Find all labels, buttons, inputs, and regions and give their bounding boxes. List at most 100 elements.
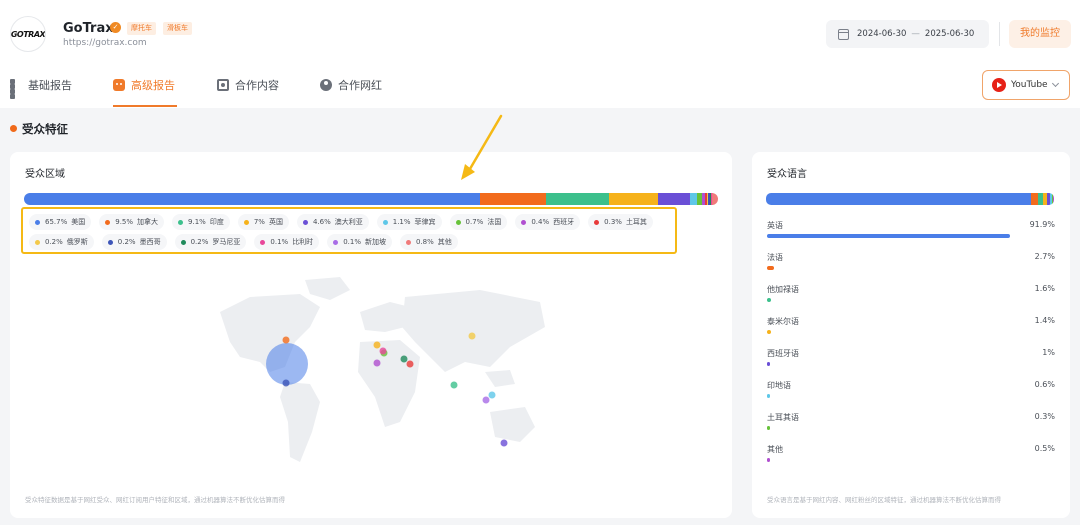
legend-item[interactable]: 0.2% 俄罗斯 <box>29 234 94 250</box>
legend-item[interactable]: 0.8% 其他 <box>399 234 458 250</box>
map-bubble[interactable] <box>266 343 308 385</box>
content-icon <box>217 79 229 91</box>
language-name: 英语 <box>767 221 783 230</box>
my-monitor-button[interactable]: 我的监控 <box>1009 20 1071 48</box>
legend-item[interactable]: 7% 英国 <box>237 214 289 230</box>
legend-item[interactable]: 0.1% 新加坡 <box>327 234 392 250</box>
legend-item[interactable]: 9.1% 印度 <box>172 214 230 230</box>
legend-label: 美国 <box>71 218 86 226</box>
region-stacked-bar <box>24 193 718 205</box>
legend-dot <box>521 219 527 225</box>
map-bubble[interactable] <box>488 391 496 399</box>
tab-collab-content[interactable]: 合作内容 <box>217 76 279 94</box>
region-bar-segment[interactable] <box>689 193 698 205</box>
tab-basic-report[interactable]: 基础报告 <box>10 76 72 99</box>
language-progress-track <box>767 330 1031 334</box>
language-pct: 0.6% <box>1034 380 1055 389</box>
legend-dot <box>455 219 461 225</box>
map-bubble[interactable] <box>282 379 290 387</box>
language-name: 西班牙语 <box>767 349 799 358</box>
legend-pct: 4.6% <box>312 218 331 226</box>
legend-label: 西班牙 <box>553 218 575 226</box>
legend-item[interactable]: 0.7% 法国 <box>449 214 508 230</box>
language-pct: 0.5% <box>1034 444 1055 453</box>
page-header: GOTRAX GoTrax ✓ 摩托车 滑板车 https://gotrax.c… <box>0 0 1080 108</box>
south-america-shape <box>280 382 320 462</box>
annotation-arrow-icon <box>461 114 503 180</box>
language-progress-track <box>767 234 1031 238</box>
language-bar-segment[interactable] <box>1052 193 1054 205</box>
brand-tag: 滑板车 <box>163 22 192 35</box>
legend-item[interactable]: 0.1% 比利时 <box>254 234 320 250</box>
legend-item[interactable]: 0.2% 墨西哥 <box>101 234 167 250</box>
language-progress-track <box>767 458 1031 462</box>
legend-dot <box>35 219 40 225</box>
language-bar-segment[interactable] <box>1030 193 1039 205</box>
legend-label: 加拿大 <box>137 218 159 226</box>
map-bubble[interactable] <box>373 359 381 367</box>
legend-dot <box>594 219 600 225</box>
calendar-icon <box>838 28 849 40</box>
region-bar-segment[interactable] <box>609 193 658 205</box>
legend-label: 墨西哥 <box>139 238 161 246</box>
language-bar-segment[interactable] <box>766 193 1031 205</box>
legend-item[interactable]: 0.2% 罗马尼亚 <box>174 234 247 250</box>
map-bubble[interactable] <box>482 396 490 404</box>
brand-logo: GOTRAX <box>10 16 46 52</box>
date-range-picker[interactable]: 2024-06-30 — 2025-06-30 <box>826 20 989 48</box>
language-progress-track <box>767 426 1031 430</box>
language-progress-track <box>767 362 1031 366</box>
region-footnote: 受众特征数据是基于网红受众、网红订阅用户特征和区域，通过机器算法不断优化估算而得 <box>25 496 285 504</box>
legend-dot <box>178 219 184 225</box>
legend-label: 印度 <box>209 218 224 226</box>
legend-pct: 0.1% <box>343 238 361 246</box>
map-bubble[interactable] <box>450 381 458 389</box>
tab-label: 合作网红 <box>338 79 382 92</box>
region-bar-segment[interactable] <box>712 193 718 205</box>
legend-item[interactable]: 4.6% 澳大利亚 <box>296 214 369 230</box>
legend-label: 菲律宾 <box>414 218 436 226</box>
legend-item[interactable]: 9.5% 加拿大 <box>99 214 165 230</box>
region-bar-segment[interactable] <box>479 193 546 205</box>
language-pct: 91.9% <box>1029 220 1055 229</box>
legend-item[interactable]: 0.4% 西班牙 <box>515 214 581 230</box>
legend-item[interactable]: 1.1% 菲律宾 <box>376 214 442 230</box>
brand-name[interactable]: GoTrax <box>63 21 114 36</box>
brand-url[interactable]: https://gotrax.com <box>63 38 147 48</box>
legend-pct: 0.7% <box>465 218 484 226</box>
verified-icon: ✓ <box>110 22 121 33</box>
map-bubble[interactable] <box>379 347 387 355</box>
map-bubble[interactable] <box>468 332 476 340</box>
region-bar-segment[interactable] <box>545 193 610 205</box>
region-bar-segment[interactable] <box>24 193 480 205</box>
language-name: 其他 <box>767 445 783 454</box>
map-bubble[interactable] <box>282 336 290 344</box>
africa-shape <box>358 340 420 427</box>
tab-collab-influencers[interactable]: 合作网红 <box>320 76 382 94</box>
map-bubble[interactable] <box>406 360 414 368</box>
legend-label: 比利时 <box>292 238 314 246</box>
australia-shape <box>490 407 535 442</box>
tab-label: 合作内容 <box>235 79 279 92</box>
tab-advanced-report[interactable]: 高级报告 <box>113 76 175 94</box>
tab-label: 基础报告 <box>28 79 72 92</box>
legend-pct: 0.1% <box>270 238 289 246</box>
language-progress-fill <box>767 330 771 334</box>
legend-dot <box>105 219 111 225</box>
map-bubble[interactable] <box>373 341 381 349</box>
platform-select-value: YouTube <box>1011 80 1048 90</box>
platform-select[interactable]: YouTube <box>982 70 1070 100</box>
region-bar-segment[interactable] <box>657 193 690 205</box>
map-bubble[interactable] <box>400 355 408 363</box>
map-bubble[interactable] <box>500 439 508 447</box>
legend-item[interactable]: 65.7% 美国 <box>29 214 92 230</box>
legend-dot <box>333 239 339 245</box>
legend-dot <box>405 239 411 245</box>
legend-dot <box>260 239 266 245</box>
language-progress-fill <box>767 298 772 302</box>
card-title: 受众语言 <box>767 169 807 180</box>
legend-item[interactable]: 0.3% 土耳其 <box>588 214 653 230</box>
language-name: 泰米尔语 <box>767 317 799 326</box>
language-pct: 1.6% <box>1034 284 1055 293</box>
card-title: 受众区域 <box>25 169 65 180</box>
